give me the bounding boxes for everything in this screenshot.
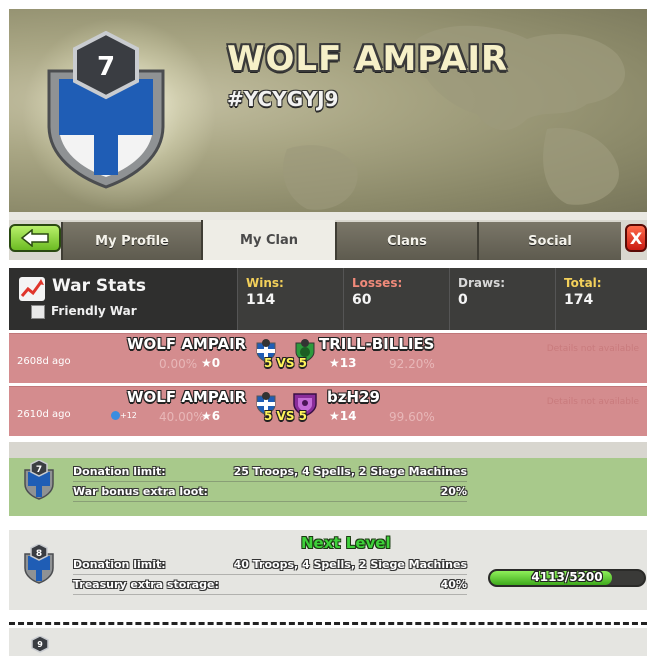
- xp-orb-icon: [111, 411, 120, 420]
- tab-social[interactable]: Social: [477, 222, 621, 260]
- war-time-ago: 2608d ago: [17, 356, 71, 367]
- own-destruction-pct: 0.00%: [159, 357, 198, 371]
- treasury-storage-label: Treasury extra storage:: [73, 578, 219, 591]
- donation-limit-label: Donation limit:: [73, 465, 166, 478]
- details-status: Details not available: [546, 397, 639, 407]
- level-9-badge-icon: 9: [31, 636, 49, 653]
- dashed-divider: [9, 622, 647, 625]
- svg-text:7: 7: [97, 52, 115, 82]
- war-stats-title: War Stats: [52, 276, 147, 296]
- enemy-destruction-pct: 99.60%: [389, 410, 435, 424]
- war-time-ago: 2610d ago: [17, 409, 71, 420]
- divider: [9, 212, 647, 220]
- tab-bar: My Profile My Clan Clans Social X: [9, 220, 647, 260]
- svg-text:7: 7: [36, 465, 42, 475]
- treasury-storage-value: 40%: [440, 578, 467, 591]
- enemy-stars: ★13: [329, 356, 357, 370]
- tab-clans[interactable]: Clans: [335, 222, 477, 260]
- war-stats-panel: War Stats Friendly War Wins: 114 Losses:…: [9, 268, 647, 330]
- donation-limit-value: 25 Troops, 4 Spells, 2 Siege Machines: [233, 465, 467, 478]
- level-8-badge-icon: 8: [24, 544, 54, 584]
- next-level-heading: Next Level: [301, 534, 391, 552]
- enemy-destruction-pct: 92.20%: [389, 357, 435, 371]
- level-9-row: 9: [9, 628, 647, 656]
- details-status: Details not available: [546, 344, 639, 354]
- clan-name: WOLF AMPAIR: [227, 39, 509, 79]
- tab-my-clan[interactable]: My Clan: [201, 220, 335, 260]
- stat-losses: Losses: 60: [343, 268, 449, 330]
- clan-xp-progress-bar: 4113/5200: [488, 569, 646, 587]
- friendly-war-label: Friendly War: [51, 304, 137, 318]
- own-clan-name: WOLF AMPAIR: [127, 335, 247, 353]
- clan-tag: #YCYGYJ9: [227, 87, 339, 111]
- war-size: 5 VS 5: [264, 356, 307, 370]
- war-log-row[interactable]: 2608d ago WOLF AMPAIR TRILL-BILLIES 0.00…: [9, 333, 647, 383]
- clan-header: 7 WOLF AMPAIR #YCYGYJ9: [9, 9, 647, 212]
- war-size: 5 VS 5: [264, 409, 307, 423]
- war-stats-chart-icon: [19, 277, 45, 301]
- star-icon: ★: [329, 356, 340, 370]
- war-bonus-label: War bonus extra loot:: [73, 485, 208, 498]
- enemy-clan-name: bzH29: [327, 388, 380, 406]
- star-icon: ★: [201, 409, 212, 423]
- back-button[interactable]: [9, 224, 61, 252]
- divider: [9, 516, 647, 530]
- clan-badge-icon: 7: [47, 31, 165, 189]
- arrow-left-icon: [20, 229, 49, 247]
- divider: [9, 442, 647, 458]
- own-destruction-pct: 40.00%: [159, 410, 205, 424]
- close-icon: X: [629, 228, 643, 248]
- current-level-perks: 7 Donation limit: 25 Troops, 4 Spells, 2…: [9, 458, 647, 516]
- stat-draws: Draws: 0: [449, 268, 555, 330]
- own-stars: ★0: [201, 356, 221, 370]
- level-7-badge-icon: 7: [24, 460, 54, 500]
- star-icon: ★: [201, 356, 212, 370]
- war-bonus-value: 20%: [440, 485, 467, 498]
- tab-my-profile[interactable]: My Profile: [61, 222, 201, 260]
- next-level-perks: Next Level 8 Donation limit: 40 Troops, …: [9, 530, 647, 610]
- svg-text:8: 8: [36, 549, 42, 559]
- star-icon: ★: [329, 409, 340, 423]
- donation-limit-value: 40 Troops, 4 Spells, 2 Siege Machines: [233, 558, 467, 571]
- close-button[interactable]: X: [625, 224, 647, 252]
- war-log-row[interactable]: 2610d ago +12 WOLF AMPAIR bzH29 40.00% ★…: [9, 386, 647, 436]
- stat-wins: Wins: 114: [237, 268, 343, 330]
- donation-limit-label: Donation limit:: [73, 558, 166, 571]
- own-stars: ★6: [201, 409, 221, 423]
- progress-text: 4113/5200: [531, 570, 603, 584]
- enemy-stars: ★14: [329, 409, 357, 423]
- friendly-war-checkbox[interactable]: [31, 305, 45, 319]
- own-clan-name: WOLF AMPAIR: [127, 388, 247, 406]
- xp-gain: +12: [111, 411, 137, 420]
- enemy-clan-name: TRILL-BILLIES: [319, 335, 435, 353]
- stat-total: Total: 174: [555, 268, 647, 330]
- svg-text:9: 9: [37, 640, 43, 649]
